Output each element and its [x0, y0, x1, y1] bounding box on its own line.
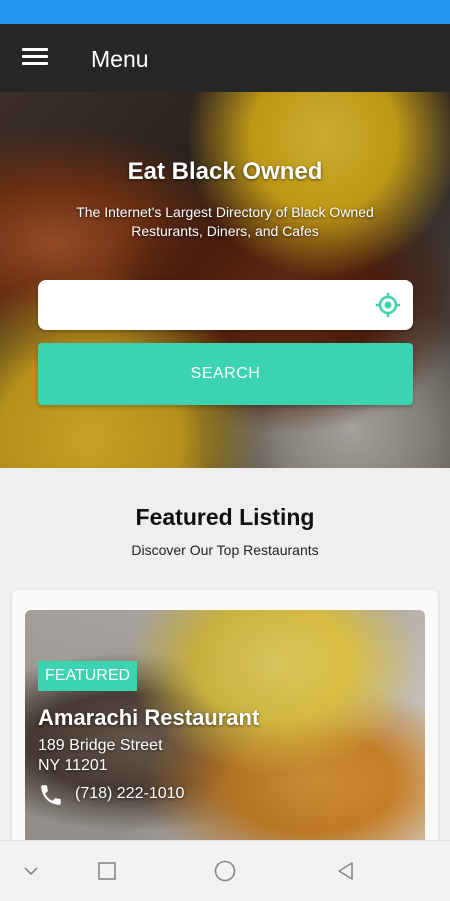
restaurant-phone[interactable]: (718) 222-1010	[75, 785, 184, 803]
restaurant-street: 189 Bridge Street	[38, 737, 163, 754]
featured-section-subtitle: Discover Our Top Restaurants	[131, 542, 319, 558]
phone-icon[interactable]	[38, 782, 64, 808]
system-nav-bar	[0, 840, 450, 901]
back-triangle-icon[interactable]	[334, 859, 358, 883]
hero-title: Eat Black Owned	[127, 158, 323, 185]
featured-listing-card[interactable]: FEATURED Amarachi Restaurant 189 Bridge …	[12, 590, 438, 850]
status-bar	[0, 0, 450, 24]
search-input[interactable]	[52, 292, 366, 320]
hamburger-menu-icon[interactable]	[20, 44, 50, 72]
listing-photo[interactable]: FEATURED Amarachi Restaurant 189 Bridge …	[25, 610, 425, 850]
home-circle-icon[interactable]	[213, 859, 237, 883]
recents-square-icon[interactable]	[95, 859, 119, 883]
featured-section-title: Featured Listing	[135, 504, 315, 530]
chevron-down-icon[interactable]	[19, 859, 43, 883]
restaurant-name[interactable]: Amarachi Restaurant	[38, 705, 259, 731]
app-bar: Menu	[0, 24, 450, 92]
featured-badge: FEATURED	[38, 661, 138, 691]
search-button[interactable]: SEARCH	[38, 343, 413, 405]
hero-banner: Eat Black Owned The Internet's Largest D…	[0, 92, 450, 468]
hero-subtitle: The Internet's Largest Directory of Blac…	[76, 204, 374, 239]
restaurant-city: NY 11201	[38, 757, 108, 774]
search-box[interactable]	[38, 280, 413, 330]
app-bar-title: Menu	[91, 46, 149, 72]
gps-crosshair-icon[interactable]	[375, 292, 401, 318]
